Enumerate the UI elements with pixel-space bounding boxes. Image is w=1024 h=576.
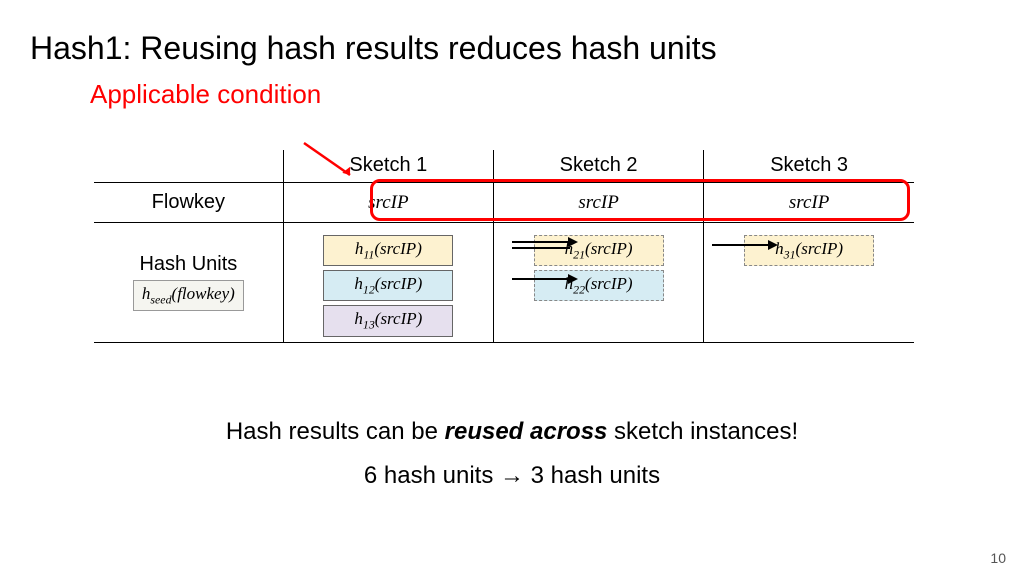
flowkey-cell: srcIP [368,192,408,213]
arrow-head-icon [568,274,578,284]
col-header: Sketch 2 [493,150,703,182]
reuse-arrow [512,278,570,280]
flowkey-cell: srcIP [578,192,618,213]
result-line-2: 6 hash units → 3 hash units [0,462,1024,490]
flowkey-cell: srcIP [789,192,829,213]
hash-h12: h12(srcIP) [323,270,453,301]
col-header: Sketch 1 [283,150,493,182]
hash-h22: h22(srcIP) [534,270,664,301]
reuse-arrow [512,247,570,249]
reuse-arrow [512,241,570,243]
row-label-hash: Hash Units [94,253,283,276]
hash-h31: h31(srcIP) [744,235,874,266]
hash-table: Sketch 1 Sketch 2 Sketch 3 Flowkey srcIP… [94,150,914,343]
col-header: Sketch 3 [704,150,914,182]
row-label-flowkey: Flowkey [94,182,283,222]
page-number: 10 [990,550,1006,566]
arrow-head-icon [568,237,578,247]
reuse-arrow [712,244,770,246]
result-line-1: Hash results can be reused across sketch… [0,418,1024,446]
hash-h13: h13(srcIP) [323,305,453,336]
arrow-head-icon [768,240,778,250]
hash-h21: h21(srcIP) [534,235,664,266]
condition-label: Applicable condition [0,67,1024,110]
hash-formula: hseed(flowkey) [133,280,244,311]
hash-h11: h11(srcIP) [323,235,453,266]
slide-title: Hash1: Reusing hash results reduces hash… [0,0,1024,67]
